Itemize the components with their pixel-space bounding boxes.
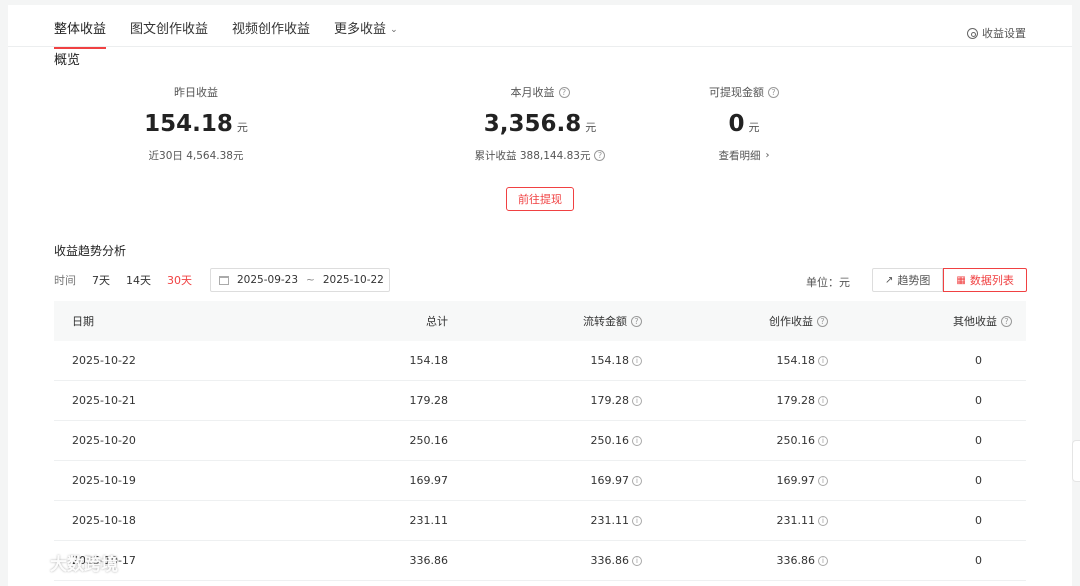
info-icon[interactable]: i: [818, 555, 828, 566]
help-icon[interactable]: ?: [558, 86, 570, 98]
info-icon[interactable]: i: [818, 435, 828, 446]
stat-month-value: 3,356.8: [483, 111, 582, 137]
tab-overall-income[interactable]: 整体收益: [54, 19, 107, 49]
watermark: 大数跨境: [10, 550, 118, 575]
overview-title: 概览: [54, 53, 81, 68]
time-label: 时间: [54, 274, 76, 287]
table-row: 2025-10-17 336.86 336.86 i 336.86 i 0: [54, 541, 1026, 581]
date-separator: ~: [306, 274, 315, 286]
col-flow: 流转金额?: [448, 313, 642, 329]
col-other: 其他收益?: [828, 313, 1012, 329]
tab-more-income[interactable]: 更多收益 ⌄: [334, 19, 398, 49]
stat-withdrawable-value: 0: [728, 111, 745, 137]
income-card: 整体收益 图文创作收益 视频创作收益 更多收益 ⌄ 收益设置 概览 昨日收益 15…: [8, 5, 1072, 586]
stat-yesterday-unit: 元: [236, 121, 248, 134]
table-row: 2025-10-22 154.18 154.18 i 154.18 i 0: [54, 341, 1026, 381]
help-icon[interactable]: ?: [594, 150, 606, 161]
info-icon[interactable]: i: [818, 475, 828, 486]
range-14-days[interactable]: 14天: [126, 272, 151, 288]
info-icon[interactable]: i: [818, 395, 828, 406]
range-30-days[interactable]: 30天: [167, 272, 192, 288]
help-icon[interactable]: ?: [768, 86, 779, 98]
table-row: 2025-10-21 179.28 179.28 i 179.28 i 0: [54, 381, 1026, 421]
date-start: 2025-09-23: [237, 274, 299, 286]
col-total: 总计: [426, 315, 448, 328]
view-list-button[interactable]: ▦ 数据列表: [943, 268, 1027, 292]
view-chart-button[interactable]: ↗ 趋势图: [872, 268, 944, 292]
settings-icon: [967, 27, 978, 39]
income-tabs: 整体收益 图文创作收益 视频创作收益 更多收益 ⌄: [54, 19, 422, 49]
stat-withdrawable: 可提现金额? 0元 查看明细 ›: [624, 85, 864, 163]
side-scroll-handle[interactable]: [1072, 440, 1080, 482]
table-row: 2025-10-20 250.16 250.16 i 250.16 i 0: [54, 421, 1026, 461]
table-row: 2025-10-19 169.97 169.97 i 169.97 i 0: [54, 461, 1026, 501]
stat-yesterday-value: 154.18: [144, 111, 233, 137]
tab-video-income[interactable]: 视频创作收益: [232, 19, 310, 49]
table-header: 日期 总计 流转金额? 创作收益? 其他收益?: [54, 301, 1026, 341]
tab-article-income[interactable]: 图文创作收益: [130, 19, 208, 49]
date-end: 2025-10-22: [322, 274, 384, 286]
stat-yesterday-label: 昨日收益: [174, 86, 218, 99]
help-icon[interactable]: ?: [1001, 315, 1012, 327]
income-settings-link[interactable]: 收益设置: [967, 25, 1026, 41]
col-date: 日期: [72, 315, 94, 328]
calendar-icon: [219, 275, 229, 285]
chevron-right-icon: ›: [765, 150, 770, 161]
info-icon[interactable]: i: [632, 555, 642, 566]
col-creation: 创作收益?: [642, 313, 828, 329]
info-icon[interactable]: i: [632, 515, 642, 526]
stat-month-label: 本月收益: [510, 86, 555, 99]
info-icon[interactable]: i: [632, 355, 642, 366]
trend-title: 收益趋势分析: [54, 244, 127, 258]
stat-yesterday: 昨日收益 154.18 元 近30日 4,564.38元: [76, 85, 316, 163]
unit-label: 单位：元: [806, 276, 850, 289]
info-icon[interactable]: i: [632, 435, 642, 446]
date-range-picker[interactable]: 2025-09-23 ~ 2025-10-22: [210, 268, 390, 292]
time-filter: 时间 7天 14天 30天 2025-09-23 ~ 2025-10-22: [54, 268, 390, 292]
info-icon[interactable]: i: [818, 355, 828, 366]
withdraw-button[interactable]: 前往提现: [506, 187, 574, 211]
view-details-link[interactable]: 查看明细 ›: [624, 148, 864, 163]
stat-month-unit: 元: [585, 121, 597, 134]
watermark-logo-icon: [11, 551, 46, 571]
info-icon[interactable]: i: [632, 395, 642, 406]
income-table: 日期 总计 流转金额? 创作收益? 其他收益? 2025-10-22 154.1…: [54, 301, 1026, 581]
view-toggle: ↗ 趋势图 ▦ 数据列表: [872, 268, 1027, 292]
stat-month-sub: 累计收益 388,144.83元: [474, 150, 591, 162]
info-icon[interactable]: i: [632, 475, 642, 486]
info-icon[interactable]: i: [818, 515, 828, 526]
tabs-divider: [8, 46, 1072, 47]
stat-withdrawable-unit: 元: [748, 121, 760, 134]
table-icon: ▦: [956, 274, 966, 286]
stat-yesterday-sub: 近30日 4,564.38元: [148, 150, 244, 162]
help-icon[interactable]: ?: [631, 315, 642, 327]
table-row: 2025-10-18 231.11 231.11 i 231.11 i 0: [54, 501, 1026, 541]
chevron-down-icon: ⌄: [390, 25, 398, 35]
stat-withdrawable-label: 可提现金额: [709, 86, 764, 99]
range-7-days[interactable]: 7天: [92, 272, 110, 288]
help-icon[interactable]: ?: [817, 315, 828, 327]
line-chart-icon: ↗: [885, 274, 894, 286]
